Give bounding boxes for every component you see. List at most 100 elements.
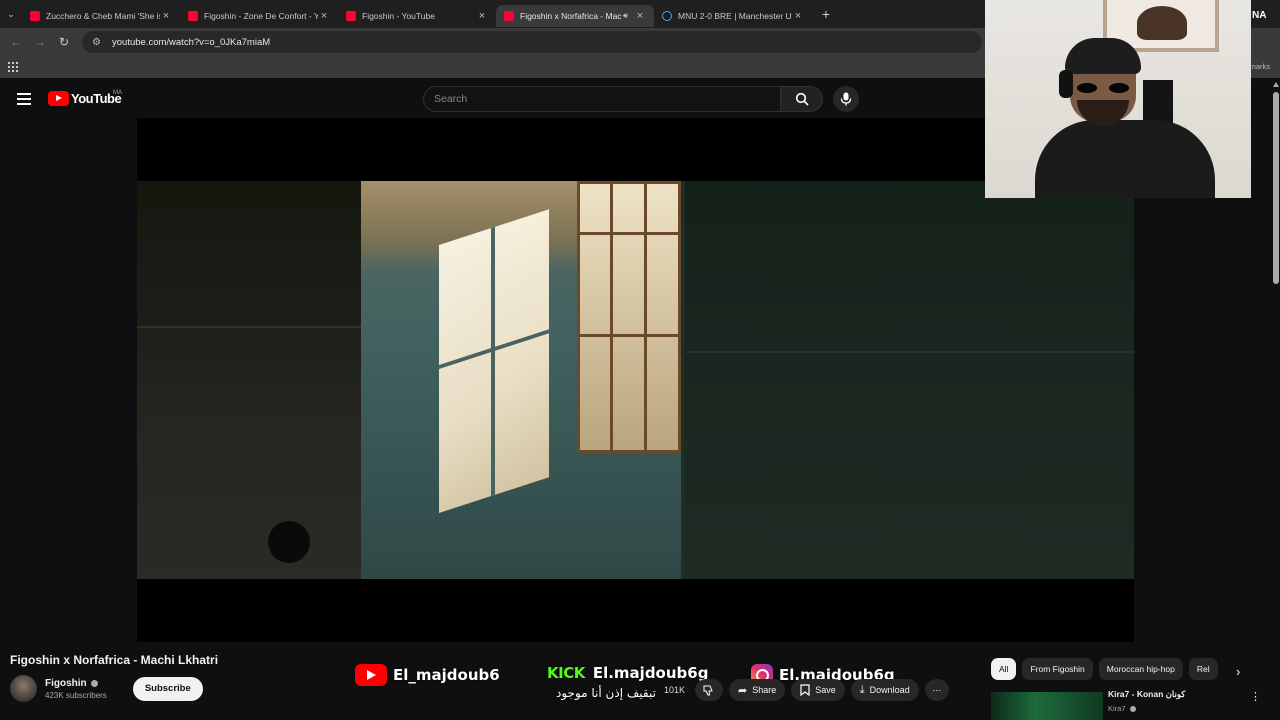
channel-row: Figoshin 423K subscribers Subscribe	[10, 675, 203, 702]
apps-grid-icon[interactable]	[8, 62, 18, 72]
browser-tab[interactable]: Figoshin - YouTube ×	[338, 5, 496, 27]
tab-title: Figoshin - YouTube	[362, 11, 435, 21]
youtube-icon	[504, 11, 514, 21]
close-icon[interactable]: ×	[318, 10, 330, 22]
scene-window-light	[439, 209, 549, 513]
scene-wall-line	[137, 326, 361, 328]
channel-name[interactable]: Figoshin	[45, 678, 107, 689]
new-tab-plus-icon[interactable]: +	[816, 6, 836, 22]
tab-title: Figoshin x Norfafrica - Mac	[520, 11, 622, 21]
country-code: MA	[113, 90, 122, 96]
more-actions-button[interactable]: ⋯	[924, 679, 949, 701]
channel-meta: Figoshin 423K subscribers	[45, 678, 107, 700]
page-scrollbar[interactable]	[1272, 80, 1280, 720]
all-bookmarks-label[interactable]: marks	[1250, 62, 1270, 71]
download-icon: ⤓	[859, 683, 865, 696]
bookmark-icon	[800, 684, 810, 696]
search-input[interactable]: Search	[423, 86, 781, 112]
video-title: Figoshin x Norfafrica - Machi Lkhatri	[10, 653, 219, 667]
browser-tab[interactable]: Figoshin - Zone De Confort - Yo ×	[180, 5, 338, 27]
overflow-text: NA	[1252, 10, 1267, 21]
chip-all[interactable]: All	[991, 658, 1017, 680]
chip-related[interactable]: Rel	[1188, 658, 1218, 680]
browser-tab[interactable]: Zucchero & Cheb Mami 'She is ×	[22, 5, 180, 27]
microphone-icon	[840, 92, 852, 106]
youtube-icon	[355, 664, 387, 686]
recommendation-title[interactable]: Kira7 - Konan كونان	[1108, 689, 1185, 700]
browser-tab[interactable]: MNU 2-0 BRE | Manchester Uti ×	[654, 5, 812, 27]
youtube-handle-text: El_majdoub6	[393, 666, 500, 684]
video-subtitle: تبقيف إذن أنا موجود	[556, 686, 656, 700]
verified-check-icon	[90, 679, 98, 687]
overlay-youtube-handle: El_majdoub6	[355, 664, 500, 686]
close-icon[interactable]: ×	[160, 10, 172, 22]
share-arrow-icon: ➦	[738, 684, 748, 697]
search-icon	[795, 92, 809, 106]
tab-search-chevron-icon[interactable]: ⌄	[0, 9, 22, 20]
youtube-icon	[346, 11, 356, 21]
more-vertical-icon[interactable]: ⋮	[1250, 690, 1261, 703]
more-horizontal-icon: ⋯	[932, 684, 942, 695]
scene-window	[577, 181, 681, 453]
chip-from-channel[interactable]: From Figoshin	[1022, 658, 1093, 680]
chip-moroccan-hip-hop[interactable]: Moroccan hip-hop	[1098, 658, 1183, 680]
speaker-icon[interactable]: 🔊︎	[623, 11, 628, 21]
scene-wall-line	[685, 351, 1134, 353]
streamer-webcam-overlay	[985, 0, 1251, 198]
channel-name-text: Figoshin	[45, 677, 87, 689]
browser-tab-active[interactable]: Figoshin x Norfafrica - Mac 🔊︎ ×	[496, 5, 654, 27]
recommendation-filter-chips: All From Figoshin Moroccan hip-hop Rel	[991, 658, 1231, 680]
close-icon[interactable]: ×	[634, 10, 646, 22]
youtube-play-icon	[48, 91, 69, 106]
reload-icon[interactable]: ↻	[52, 35, 76, 49]
dislike-button[interactable]	[695, 679, 724, 701]
sunglasses	[1077, 83, 1129, 93]
search-bar: Search	[423, 86, 859, 112]
scene-right-wall	[685, 181, 1134, 579]
site-settings-icon[interactable]: ⚙︎	[92, 37, 106, 48]
tab-title: Figoshin - Zone De Confort - Yo	[204, 11, 318, 21]
scene-left-wall	[137, 181, 361, 579]
back-arrow-icon[interactable]: ←	[4, 35, 28, 49]
scrollbar-thumb[interactable]	[1273, 92, 1279, 284]
video-actions: 101K ➦ Share Save ⤓ Download ⋯	[664, 679, 949, 701]
voice-search-button[interactable]	[833, 86, 859, 112]
verified-check-icon	[1129, 705, 1136, 712]
youtube-icon	[188, 11, 198, 21]
youtube-logo[interactable]: YouTube	[48, 91, 122, 106]
forward-arrow-icon[interactable]: →	[28, 35, 52, 49]
headset	[1059, 70, 1073, 98]
search-button[interactable]	[781, 86, 823, 112]
save-button[interactable]: Save	[791, 679, 845, 701]
close-icon[interactable]: ×	[476, 10, 488, 22]
streamer-beanie	[1065, 38, 1141, 74]
web-icon	[662, 11, 672, 21]
share-label: Share	[752, 685, 777, 695]
address-bar[interactable]: ⚙︎ youtube.com/watch?v=o_0JKa7miaM	[82, 31, 982, 53]
recommendation-channel-name: Kira7	[1108, 704, 1126, 713]
save-label: Save	[815, 685, 836, 695]
scroll-up-arrow-icon[interactable]	[1273, 82, 1279, 87]
share-button[interactable]: ➦ Share	[729, 679, 786, 701]
chevron-right-icon[interactable]: ›	[1236, 664, 1240, 679]
download-button[interactable]: ⤓ Download	[850, 679, 919, 701]
recommendation-channel[interactable]: Kira7	[1108, 704, 1136, 713]
channel-avatar[interactable]	[10, 675, 37, 702]
subscribe-button[interactable]: Subscribe	[132, 676, 203, 701]
close-icon[interactable]: ×	[792, 10, 804, 22]
download-label: Download	[869, 685, 910, 695]
search-placeholder: Search	[434, 93, 468, 105]
video-frame	[137, 181, 1134, 579]
tab-title: MNU 2-0 BRE | Manchester Uti	[678, 11, 792, 21]
kick-logo: KICK	[547, 664, 585, 682]
menu-hamburger-icon[interactable]	[17, 93, 31, 105]
streamer-body	[1035, 120, 1215, 198]
like-count[interactable]: 101K	[664, 685, 685, 695]
thumbs-down-icon	[703, 685, 713, 696]
tab-title: Zucchero & Cheb Mami 'She is	[46, 11, 160, 21]
url-text: youtube.com/watch?v=o_0JKa7miaM	[112, 36, 271, 48]
subscriber-count: 423K subscribers	[45, 690, 107, 700]
youtube-icon	[30, 11, 40, 21]
recommendation-thumbnail[interactable]	[991, 692, 1103, 720]
scene-wall-hole	[268, 521, 310, 563]
